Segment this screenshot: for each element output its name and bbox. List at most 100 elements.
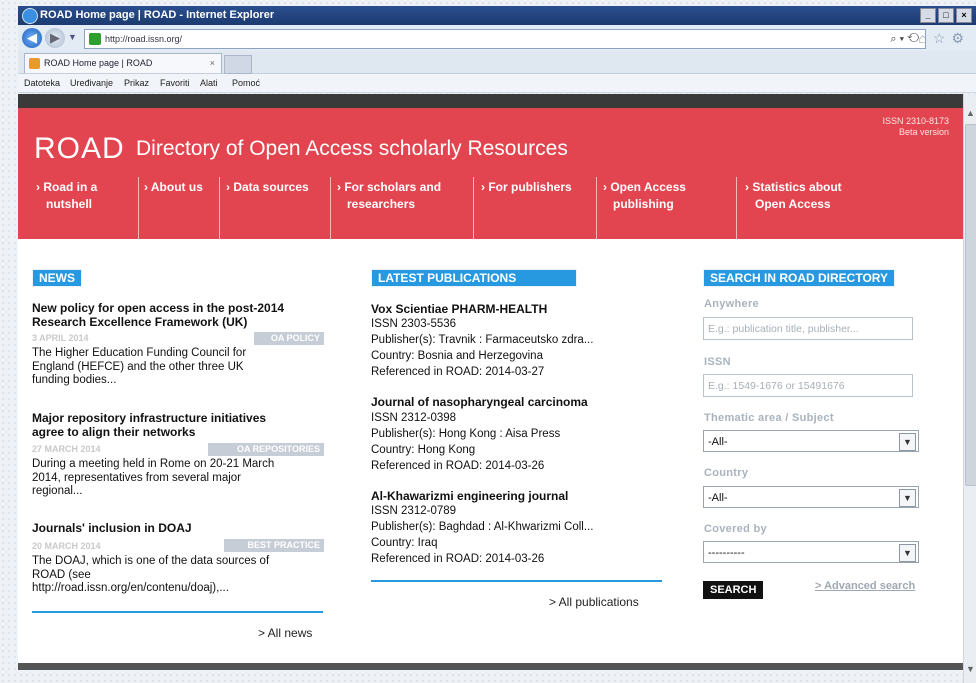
summary-line: During a meeting held in Rome on 20-21 M… (32, 458, 275, 470)
thematic-area-value: -All- (708, 436, 728, 448)
url-text: http://road.issn.org/ (105, 34, 183, 44)
issn-label: ISSN (704, 356, 731, 368)
publication-referenced: Referenced in ROAD: 2014-03-26 (371, 460, 545, 472)
close-icon[interactable]: × (956, 8, 972, 23)
chevron-down-icon[interactable]: ▼ (899, 433, 916, 451)
issn-input[interactable]: E.g.: 1549-1676 or 15491676 (703, 374, 913, 397)
summary-line: http://road.issn.org/en/contenu/doaj),..… (32, 582, 229, 594)
summary-line: England (HEFCE) and the other three UK (32, 360, 244, 373)
publication-title[interactable]: Vox Scientiae PHARM-HEALTH (371, 302, 547, 316)
news-item-title[interactable]: Journals' inclusion in DOAJ (32, 521, 192, 535)
tab-strip: ROAD Home page | ROAD × (18, 51, 976, 74)
search-button[interactable]: SEARCH (703, 581, 764, 599)
nav-for-publishers[interactable]: › For publishers (481, 179, 572, 196)
back-arrow-icon[interactable]: ◀ (22, 28, 42, 48)
menu-view[interactable]: Prikaz (124, 78, 149, 88)
search-icon[interactable]: ⌕ ▾ ⟲ (890, 30, 919, 48)
publication-referenced: Referenced in ROAD: 2014-03-27 (371, 366, 545, 378)
news-item-title[interactable]: New policy for open access in the post-2… (32, 301, 284, 329)
summary-line: regional... (32, 485, 83, 497)
url-field[interactable]: http://road.issn.org/ ⌕ ▾ ⟲ (84, 29, 926, 49)
publication-issn: ISSN 2312-0789 (371, 505, 457, 517)
menu-file[interactable]: Datoteka (24, 78, 60, 88)
news-heading: NEWS (32, 269, 82, 287)
tab-label: ROAD Home page | ROAD (44, 58, 153, 68)
nav-label: › Open Access (603, 180, 686, 194)
chevron-down-icon[interactable]: ▼ (899, 544, 916, 562)
news-category-badge[interactable]: OA REPOSITORIES (208, 443, 324, 456)
anywhere-input[interactable]: E.g.: publication title, publisher... (703, 317, 913, 340)
nav-data-sources[interactable]: › Data sources (226, 179, 309, 196)
nav-open-access-publishing[interactable]: › Open Access publishing (603, 179, 686, 213)
nav-for-scholars[interactable]: › For scholars and researchers (337, 179, 441, 213)
publication-title[interactable]: Journal of nasopharyngeal carcinoma (371, 395, 588, 409)
summary-line: The Higher Education Funding Council for (32, 347, 247, 359)
menu-favorites[interactable]: Favoriti (160, 78, 190, 88)
scroll-up-icon[interactable]: ▲ (964, 108, 976, 121)
nav-statistics[interactable]: › Statistics about Open Access (745, 179, 842, 213)
page-bottom-strip (18, 663, 963, 670)
nav-label: › Road in a (36, 180, 98, 194)
tab-close-icon[interactable]: × (210, 54, 215, 73)
site-favicon-icon (89, 33, 101, 45)
summary-line: 2014, representatives from several major (32, 471, 242, 484)
tab-favicon-icon (29, 58, 40, 69)
menu-tools[interactable]: Alati (200, 78, 218, 88)
news-title-line: New policy for open access in the post-2… (32, 301, 285, 315)
nav-about-us[interactable]: › About us (144, 179, 203, 196)
forward-arrow-icon[interactable]: ▶ (45, 28, 65, 48)
chevron-down-icon[interactable]: ▼ (899, 489, 916, 507)
vertical-scrollbar[interactable]: ▲ ▼ (963, 94, 976, 683)
news-summary: The DOAJ, which is one of the data sourc… (32, 555, 269, 596)
news-summary: The Higher Education Funding Council for… (32, 347, 246, 388)
all-news-link[interactable]: > All news (258, 626, 312, 640)
nav-label: › For publishers (481, 180, 572, 194)
publication-publisher: Publisher(s): Travnik : Farmaceutsko zdr… (371, 334, 594, 346)
road-logo[interactable]: ROAD (34, 132, 125, 166)
news-date: 27 MARCH 2014 (32, 444, 101, 454)
news-category-badge[interactable]: OA POLICY (254, 332, 324, 345)
home-favorites-tools-icons[interactable]: ⌂☆⚙ (918, 30, 970, 47)
nav-label: › For scholars and (337, 180, 442, 194)
country-label: Country (704, 467, 749, 479)
publication-title[interactable]: Al-Khawarizmi engineering journal (371, 489, 568, 503)
menu-help[interactable]: Pomoć (232, 78, 260, 88)
tab-road-home[interactable]: ROAD Home page | ROAD × (24, 53, 222, 73)
thematic-area-select[interactable]: -All- ▼ (703, 430, 919, 452)
nav-road-nutshell[interactable]: › Road in a nutshell (36, 179, 97, 213)
window-titlebar: ROAD Home page | ROAD - Internet Explore… (18, 6, 976, 25)
nav-label: researchers (347, 197, 416, 211)
news-category-badge[interactable]: BEST PRACTICE (224, 539, 324, 552)
scroll-thumb[interactable] (965, 124, 976, 486)
menu-bar: Datoteka Uređivanje Prikaz Favoriti Alat… (18, 74, 976, 93)
news-item-title[interactable]: Major repository infrastructure initiati… (32, 411, 266, 439)
window-controls: _ □ × (920, 8, 972, 23)
minimize-icon[interactable]: _ (920, 8, 936, 23)
nav-label: › About us (144, 180, 203, 194)
summary-line: The DOAJ, which is one of the data sourc… (32, 555, 270, 567)
covered-by-select[interactable]: ---------- ▼ (703, 541, 919, 563)
advanced-search-link[interactable]: > Advanced search (815, 580, 915, 592)
new-tab-button[interactable] (224, 55, 252, 74)
nav-label: nutshell (46, 197, 93, 211)
news-title-line: Research Excellence Framework (UK) (32, 315, 248, 329)
publication-country: Country: Iraq (371, 537, 438, 549)
nav-separator (138, 177, 139, 239)
country-select[interactable]: -All- ▼ (703, 486, 919, 508)
publication-referenced: Referenced in ROAD: 2014-03-26 (371, 553, 545, 565)
country-value: -All- (708, 492, 728, 504)
issn-notice: ISSN 2310-8173 Beta version (882, 116, 949, 138)
publications-heading: LATEST PUBLICATIONS (371, 269, 577, 287)
publication-issn: ISSN 2312-0398 (371, 412, 457, 424)
menu-edit[interactable]: Uređivanje (70, 78, 113, 88)
news-date: 3 APRIL 2014 (32, 333, 89, 343)
nav-separator (219, 177, 220, 239)
window-title: ROAD Home page | ROAD - Internet Explore… (40, 9, 275, 21)
history-dropdown-icon[interactable]: ▼ (68, 32, 77, 42)
address-bar: ◀ ▶ ▼ http://road.issn.org/ ⌕ ▾ ⟲ ⌂☆⚙ (18, 25, 976, 52)
all-publications-link[interactable]: > All publications (549, 595, 639, 609)
main-content: NEWS New policy for open access in the p… (18, 239, 963, 663)
ie-logo-icon (22, 8, 38, 24)
scroll-down-icon[interactable]: ▼ (964, 664, 976, 677)
maximize-icon[interactable]: □ (938, 8, 954, 23)
